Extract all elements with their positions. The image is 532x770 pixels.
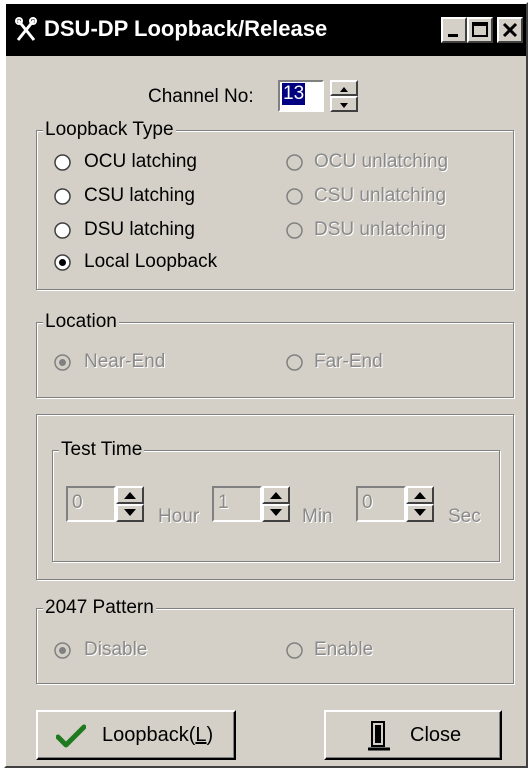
min-value: 1 <box>218 492 229 513</box>
arrow-up-icon <box>414 492 426 499</box>
arrow-up-icon <box>124 492 136 499</box>
min-input[interactable]: 1 <box>212 486 262 522</box>
loopback-type-legend: Loopback Type <box>43 119 176 141</box>
maximize-button[interactable] <box>467 17 493 43</box>
close-icon <box>502 22 518 38</box>
radio-label: Near-End <box>84 351 166 372</box>
min-spinner[interactable] <box>262 486 290 522</box>
sec-down-button[interactable] <box>406 504 434 522</box>
radio-button-icon <box>286 188 303 205</box>
sec-value: 0 <box>362 492 373 513</box>
close-button-label: Close <box>410 724 462 746</box>
arrow-down-icon <box>124 509 136 516</box>
radio-button-icon <box>54 188 71 205</box>
radio-button-icon <box>54 222 71 239</box>
radio-label: DSU latching <box>84 219 195 240</box>
radio-button-icon <box>286 354 303 371</box>
pattern-legend: 2047 Pattern <box>43 597 156 619</box>
maximize-icon <box>472 22 488 37</box>
channel-spinner[interactable] <box>330 80 358 112</box>
hour-spinner[interactable] <box>116 486 144 522</box>
tools-icon <box>14 16 38 44</box>
radio-label: Disable <box>84 639 148 660</box>
radio-label: OCU unlatching <box>314 151 449 172</box>
radio-label: DSU unlatching <box>314 219 447 240</box>
minimize-button[interactable] <box>441 17 467 43</box>
loopback-button[interactable]: Loopback(L) <box>36 710 236 760</box>
min-up-button[interactable] <box>262 486 290 504</box>
hour-value: 0 <box>72 492 83 513</box>
minimize-icon <box>448 34 458 37</box>
hour-up-button[interactable] <box>116 486 144 504</box>
radio-button-icon <box>286 642 303 659</box>
sec-unit-label: Sec <box>448 506 481 527</box>
radio-label: CSU latching <box>84 185 195 206</box>
close-window-button[interactable] <box>497 17 523 43</box>
min-down-button[interactable] <box>262 504 290 522</box>
door-icon <box>368 721 390 751</box>
sec-up-button[interactable] <box>406 486 434 504</box>
loopback-button-label: Loopback(L) <box>102 724 214 746</box>
title-bar[interactable]: DSU-DP Loopback/Release <box>6 4 526 56</box>
channel-input[interactable]: 13 <box>278 80 324 112</box>
test-time-legend: Test Time <box>59 439 145 461</box>
radio-label: Enable <box>314 639 374 660</box>
arrow-down-icon <box>270 509 282 516</box>
channel-up-button[interactable] <box>330 80 358 96</box>
radio-button-icon <box>54 154 71 171</box>
radio-button-icon <box>54 354 71 371</box>
radio-label: OCU latching <box>84 151 197 172</box>
radio-label: Local Loopback <box>84 251 218 272</box>
window-title: DSU-DP Loopback/Release <box>44 16 328 41</box>
radio-button-icon <box>286 222 303 239</box>
radio-button-icon <box>54 642 71 659</box>
min-unit-label: Min <box>302 506 333 527</box>
location-legend: Location <box>43 311 119 333</box>
channel-down-button[interactable] <box>330 96 358 112</box>
radio-button-icon <box>54 254 71 271</box>
hour-down-button[interactable] <box>116 504 144 522</box>
arrow-up-icon <box>340 87 348 92</box>
arrow-down-icon <box>340 103 348 108</box>
radio-label: CSU unlatching <box>314 185 447 206</box>
sec-input[interactable]: 0 <box>356 486 406 522</box>
sec-spinner[interactable] <box>406 486 434 522</box>
channel-value: 13 <box>282 83 306 105</box>
arrow-up-icon <box>270 492 282 499</box>
radio-button-icon <box>286 154 303 171</box>
channel-label: Channel No: <box>148 86 254 107</box>
hour-unit-label: Hour <box>158 506 200 527</box>
arrow-down-icon <box>414 509 426 516</box>
radio-label: Far-End <box>314 351 383 372</box>
close-button[interactable]: Close <box>324 710 502 760</box>
checkmark-icon <box>56 724 86 748</box>
hour-input[interactable]: 0 <box>66 486 116 522</box>
